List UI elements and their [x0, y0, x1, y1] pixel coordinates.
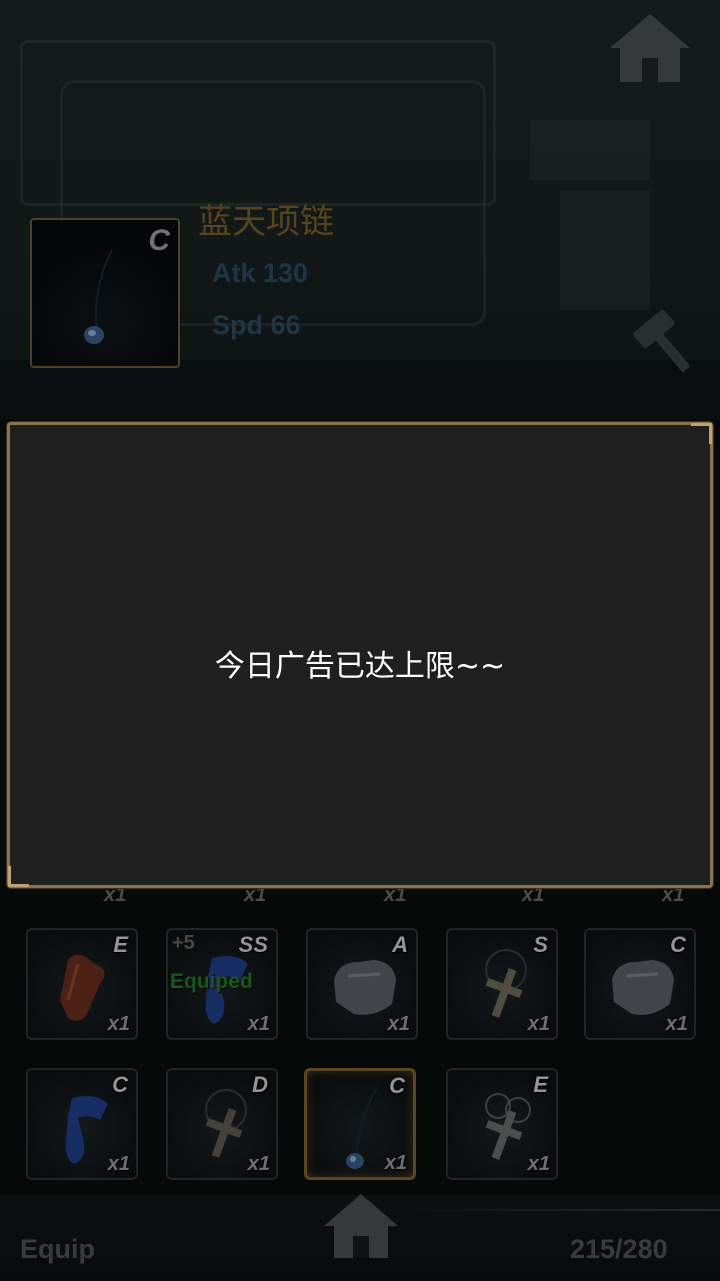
inventory-slot[interactable]: E x1	[26, 928, 138, 1040]
blue-pendant-icon	[84, 249, 113, 344]
divider	[400, 1209, 720, 1211]
grade-label: A	[392, 932, 408, 957]
stat-atk: Atk 130	[212, 258, 309, 288]
quantity-label: x1	[247, 1153, 270, 1175]
grade-label: SS	[238, 932, 268, 957]
quantity-label: x1	[387, 1013, 410, 1035]
tab-equip[interactable]: Equip	[20, 1234, 95, 1265]
quantity-label: x1	[665, 1013, 688, 1035]
enhance-level: +5	[172, 932, 195, 954]
quantity-label: x1	[527, 1013, 550, 1035]
grade-label: E	[113, 932, 128, 957]
hammer-icon[interactable]	[626, 306, 702, 382]
quantity-label: x1	[107, 1013, 130, 1035]
item-name: 蓝天项链	[198, 203, 334, 241]
equipped-badge: Equiped	[170, 970, 253, 993]
stat-spd: Spd 66	[212, 310, 301, 340]
inventory-slot[interactable]: D x1	[166, 1068, 278, 1180]
home-icon[interactable]	[608, 12, 692, 84]
grade-label: S	[533, 932, 548, 957]
quantity-label: x1	[107, 1153, 130, 1175]
grade-label: C	[112, 1072, 128, 1097]
ad-limit-dialog[interactable]: 今日广告已达上限~~	[7, 422, 713, 888]
grade-label: C	[670, 932, 686, 957]
inventory-slot[interactable]: C x1	[26, 1068, 138, 1180]
quantity-label: x1	[384, 1152, 407, 1174]
inventory-slot[interactable]: E x1	[446, 1068, 558, 1180]
grade-label: D	[252, 1072, 268, 1097]
dialog-corner	[8, 866, 29, 887]
dialog-corner	[691, 423, 712, 444]
inventory-slot[interactable]: C x1	[584, 928, 696, 1040]
quantity-label: x1	[247, 1013, 270, 1035]
grade-label: E	[533, 1072, 548, 1097]
dialog-message: 今日广告已达上限~~	[214, 649, 506, 684]
inventory-slot[interactable]: S x1	[446, 928, 558, 1040]
inventory-capacity: 215/280	[570, 1234, 668, 1264]
home-icon[interactable]	[322, 1192, 400, 1260]
inventory-slot-selected[interactable]: C x1	[304, 1068, 416, 1180]
grade-label: C	[389, 1073, 405, 1098]
selected-item-slot: C	[30, 218, 180, 368]
inventory-slot[interactable]: A x1	[306, 928, 418, 1040]
inventory-slot[interactable]: +5 SS Equiped x1	[166, 928, 278, 1040]
quantity-label: x1	[527, 1153, 550, 1175]
